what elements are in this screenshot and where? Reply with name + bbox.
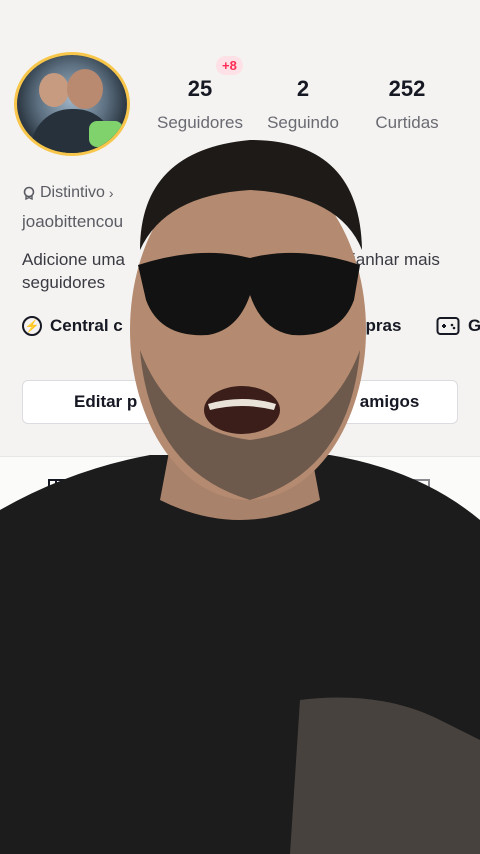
play-icon <box>329 788 342 805</box>
memories-subtitle: 2 publicações <box>34 736 114 751</box>
purchases-label: ompras <box>340 316 402 335</box>
creator-center-label: Central c <box>50 316 123 335</box>
badge-icon <box>23 186 35 200</box>
username: joaobittencou <box>22 212 124 231</box>
followers-new-badge: +8 <box>216 56 243 75</box>
games-link[interactable]: G <box>436 316 480 336</box>
bio-end: janhar mais <box>352 250 440 269</box>
add-friends-label[interactable]: ar amigos <box>339 392 419 412</box>
following-label[interactable]: Seguindo <box>253 113 353 133</box>
gamepad-icon <box>436 317 460 335</box>
creator-center-link[interactable]: ⚡ Central c <box>22 316 123 336</box>
chevron-right-icon: › <box>108 185 114 201</box>
badge-label: Distintivo <box>40 184 105 201</box>
avatar-person-1 <box>39 73 69 107</box>
badge-link[interactable]: Distintivo › <box>22 184 114 202</box>
edit-profile-label: Editar p <box>74 392 138 411</box>
grid-tile-video-1[interactable] <box>160 660 318 820</box>
purchases-link[interactable]: ompras <box>340 316 401 336</box>
avatar-sticker <box>89 121 123 147</box>
grid-row-2[interactable] <box>0 824 480 854</box>
games-label: G <box>468 316 480 335</box>
followers-label[interactable]: Seguidores <box>150 113 250 133</box>
followers-count[interactable]: 25 <box>150 76 250 102</box>
profile-avatar[interactable] <box>14 52 130 156</box>
memories-icon <box>64 670 94 696</box>
lightning-icon: ⚡ <box>22 316 42 336</box>
tab-saved[interactable] <box>410 478 432 509</box>
bookmark-icon <box>412 479 430 503</box>
view-count: 589 <box>328 788 371 805</box>
tab-videos[interactable] <box>47 478 73 507</box>
memories-title: Memórias <box>36 710 116 729</box>
following-count[interactable]: 2 <box>253 76 353 102</box>
likes-label: Curtidas <box>375 113 439 132</box>
bio-start: Adicione uma <box>22 250 126 269</box>
view-count-value: 589 <box>346 788 372 805</box>
avatar-person-2 <box>67 69 103 109</box>
bio-line-2: seguidores <box>22 273 106 292</box>
bio-text[interactable]: Adicione uma janhar mais seguidores <box>22 248 462 294</box>
grid-icon <box>48 479 72 501</box>
person-hair <box>140 140 362 250</box>
person-head <box>130 160 366 500</box>
active-tab-indicator <box>0 516 120 518</box>
likes-count: 252 <box>388 76 426 101</box>
